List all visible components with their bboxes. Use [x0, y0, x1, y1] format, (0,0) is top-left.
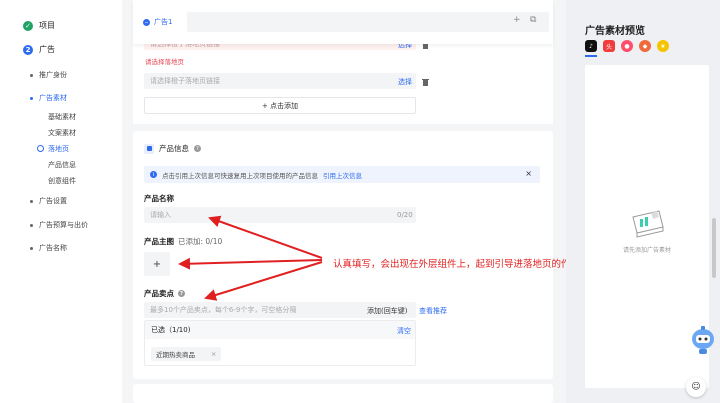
platform-underline	[585, 55, 597, 57]
tab-strip	[187, 12, 549, 32]
douyin-icon[interactable]: ♪	[585, 40, 597, 52]
preview-title: 广告素材预览	[585, 26, 645, 37]
tab-ad1[interactable]: – 广告1	[143, 14, 187, 30]
tab-bar: – 广告1 + ⧉	[133, 0, 553, 44]
assistant-robot-icon[interactable]	[690, 325, 716, 355]
arrow-to-image	[178, 257, 323, 270]
toutiao-icon[interactable]: 头	[603, 40, 615, 52]
add-icon[interactable]: +	[513, 15, 521, 25]
copy-icon[interactable]: ⧉	[530, 15, 536, 25]
scrollbar[interactable]	[712, 218, 716, 278]
chat-icon[interactable]: ☺	[686, 377, 706, 397]
huoshan-icon[interactable]: ◆	[639, 40, 651, 52]
preview-empty-text: 请先添加广告素材	[622, 247, 671, 254]
tab-label: 广告1	[154, 18, 173, 26]
tomato-icon[interactable]: ★	[657, 40, 669, 52]
arrow-to-name	[208, 215, 323, 259]
platform-icons: ♪ 头 ● ◆ ★	[585, 40, 669, 52]
arrow-to-selling	[204, 261, 323, 301]
minus-icon[interactable]: –	[143, 18, 150, 26]
empty-box-icon	[632, 210, 664, 238]
xigua-icon[interactable]: ●	[621, 40, 633, 52]
annotation-text: 认真填写，会出现在外层组件上，起到引导进落地页的作用	[333, 259, 581, 270]
